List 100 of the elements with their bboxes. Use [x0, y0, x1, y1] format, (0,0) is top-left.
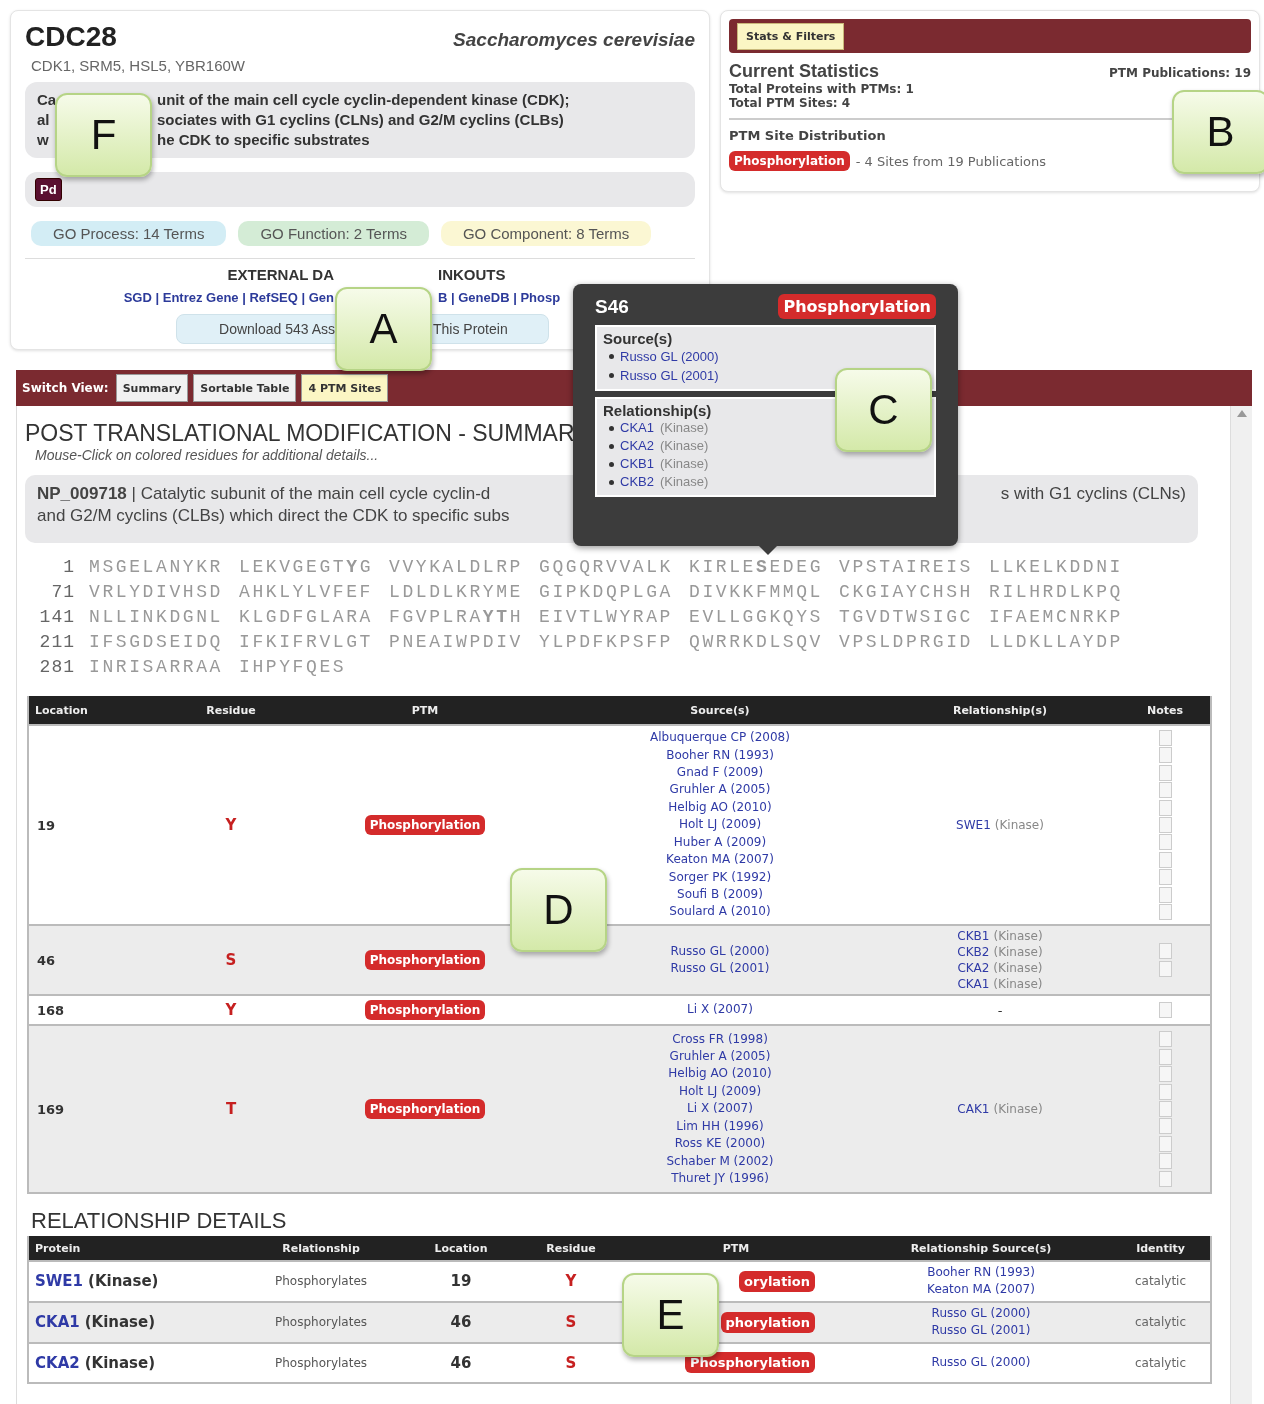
note-checkbox[interactable] [1158, 1048, 1172, 1065]
source-link[interactable]: Russo GL (2001) [931, 1322, 1031, 1340]
relationship-link[interactable]: SWE1 [956, 817, 991, 833]
note-checkbox[interactable] [1158, 1135, 1172, 1152]
note-checkbox[interactable] [1158, 1031, 1172, 1048]
note-checkbox[interactable] [1158, 1066, 1172, 1083]
description-text: he CDK to specific substrates [157, 130, 370, 150]
note-checkbox[interactable] [1158, 1118, 1172, 1135]
linkouts-heading: EXTERNAL DA [227, 266, 334, 283]
source-link[interactable]: Holt LJ (2009) [678, 1082, 762, 1101]
go-term-pill[interactable]: GO Component: 8 Terms [440, 221, 652, 246]
gene-synonyms: CDK1, SRM5, HSL5, YBR160W [31, 57, 246, 74]
source-link[interactable]: Russo GL (2000) [620, 347, 719, 366]
callout-label: F [55, 93, 152, 177]
source-link[interactable]: Soulard A (2010) [669, 903, 771, 921]
ptm-badge[interactable]: phorylation [720, 1311, 815, 1333]
relationship-link[interactable]: CKA1 [957, 976, 990, 992]
note-checkbox[interactable] [1158, 1101, 1172, 1117]
source-link[interactable]: Helbig AO (2010) [668, 798, 772, 817]
source-link[interactable]: Gruhler A (2005) [669, 781, 771, 799]
linkout-links[interactable]: B | GeneDB | Phosp [438, 290, 561, 305]
source-link[interactable]: Soufi B (2009) [677, 885, 763, 904]
scroll-up-icon[interactable] [1236, 410, 1247, 417]
source-link[interactable]: Booher RN (1993) [666, 746, 774, 765]
relationship-link[interactable]: CKA2 [957, 960, 990, 976]
source-link[interactable]: Helbig AO (2010) [668, 1065, 772, 1083]
relationship-link[interactable]: CKA2 [620, 437, 654, 455]
source-link[interactable]: Booher RN (1993) [927, 1264, 1035, 1282]
source-link[interactable]: Russo GL (2001) [670, 960, 770, 978]
source-link[interactable]: Russo GL (2000) [931, 1353, 1031, 1372]
source-link[interactable]: Ross KE (2000) [674, 1135, 766, 1153]
note-checkbox[interactable] [1158, 886, 1172, 903]
note-checkbox[interactable] [1158, 943, 1172, 960]
residue-cell-text: T [224, 1100, 238, 1118]
ptm-badge[interactable]: Phosphorylation [685, 1352, 815, 1374]
note-checkbox[interactable] [1158, 730, 1172, 747]
note-checkbox[interactable] [1158, 764, 1172, 781]
source-link[interactable]: Gruhler A (2005) [669, 1048, 771, 1066]
source-link[interactable]: Li X (2007) [687, 1100, 753, 1118]
source-link[interactable]: Russo GL (2000) [670, 942, 770, 960]
source-link[interactable]: Cross FR (1998) [672, 1030, 768, 1049]
go-term-pill[interactable]: GO Function: 2 Terms [238, 221, 429, 246]
stats-tab[interactable]: Stats & Filters [737, 22, 845, 50]
note-checkbox[interactable] [1158, 817, 1172, 833]
protein-link[interactable]: CKA2 [35, 1353, 80, 1372]
note-checkbox[interactable] [1158, 747, 1172, 764]
note-checkbox[interactable] [1158, 834, 1172, 851]
protein-link[interactable]: CKA1 [35, 1313, 80, 1332]
ptm-badge[interactable]: Phosphorylation [729, 151, 850, 171]
linkout-links[interactable]: SGD | Entrez Gene | RefSEQ | Gen [123, 290, 334, 305]
pd-badge[interactable]: Pd [35, 178, 62, 201]
relationship-link[interactable]: CAK1 [957, 1101, 990, 1117]
note-checkbox[interactable] [1158, 903, 1172, 920]
source-link[interactable]: Holt LJ (2009) [678, 816, 762, 834]
location-cell-text: 169 [36, 1101, 66, 1117]
source-link[interactable]: Russo GL (2000) [931, 1304, 1031, 1323]
source-link[interactable]: Russo GL (2001) [620, 366, 719, 385]
relationship-link[interactable]: CKB1 [620, 455, 654, 473]
note-checkbox[interactable] [1158, 1002, 1172, 1018]
note-checkbox[interactable] [1158, 799, 1172, 816]
note-checkbox[interactable] [1158, 960, 1172, 977]
note-checkbox[interactable] [1158, 782, 1172, 799]
note-checkbox[interactable] [1158, 869, 1172, 886]
protein-link[interactable]: SWE1 [35, 1272, 84, 1291]
note-checkbox[interactable] [1158, 851, 1172, 868]
callout-label: E [622, 1273, 719, 1357]
source-link[interactable]: Thuret JY (1996) [671, 1169, 769, 1188]
source-link[interactable]: Keaton MA (2007) [666, 851, 774, 869]
bullet-icon [609, 354, 614, 359]
source-link[interactable]: Li X (2007) [687, 1001, 753, 1019]
ptm-badge[interactable]: Phosphorylation [364, 815, 486, 835]
relationship-link[interactable]: CKA1 [620, 419, 654, 437]
go-term-pill[interactable]: GO Process: 14 Terms [31, 221, 227, 246]
note-checkbox[interactable] [1158, 1170, 1172, 1187]
identity-cell-text: catalytic [1133, 1274, 1188, 1289]
location-cell-text: 168 [36, 1002, 66, 1018]
source-link[interactable]: Gnad F (2009) [676, 764, 764, 782]
view-button[interactable]: 4 PTM Sites [301, 374, 389, 402]
view-button[interactable]: Summary [115, 374, 189, 402]
source-link[interactable]: Schaber M (2002) [666, 1152, 774, 1170]
source-link[interactable]: Huber A (2009) [673, 833, 767, 852]
view-button[interactable]: Sortable Table [193, 374, 297, 402]
relationship-link[interactable]: CKB1 [957, 928, 990, 944]
residue-cell-text: S [564, 1313, 578, 1332]
note-checkbox[interactable] [1158, 1083, 1172, 1100]
ptm-badge[interactable]: Phosphorylation [364, 950, 486, 970]
scrollbar[interactable] [1230, 406, 1252, 1404]
protein-description: s with G1 cyclins (CLNs) [1000, 483, 1186, 505]
switch-view-label: Switch View: [22, 381, 109, 395]
ptm-badge[interactable]: Phosphorylation [364, 1099, 486, 1119]
relationship-link[interactable]: CKB2 [957, 944, 990, 960]
source-link[interactable]: Sorger PK (1992) [668, 868, 772, 886]
source-link[interactable]: Keaton MA (2007) [927, 1281, 1035, 1299]
identity-cell-text: catalytic [1133, 1355, 1188, 1370]
relationship-link[interactable]: CKB2 [620, 473, 654, 491]
note-checkbox[interactable] [1158, 1153, 1172, 1170]
ptm-badge[interactable]: Phosphorylation [364, 1000, 486, 1020]
source-link[interactable]: Albuquerque CP (2008) [650, 729, 790, 747]
ptm-badge[interactable]: orylation [739, 1270, 815, 1292]
source-link[interactable]: Lim HH (1996) [676, 1117, 764, 1136]
